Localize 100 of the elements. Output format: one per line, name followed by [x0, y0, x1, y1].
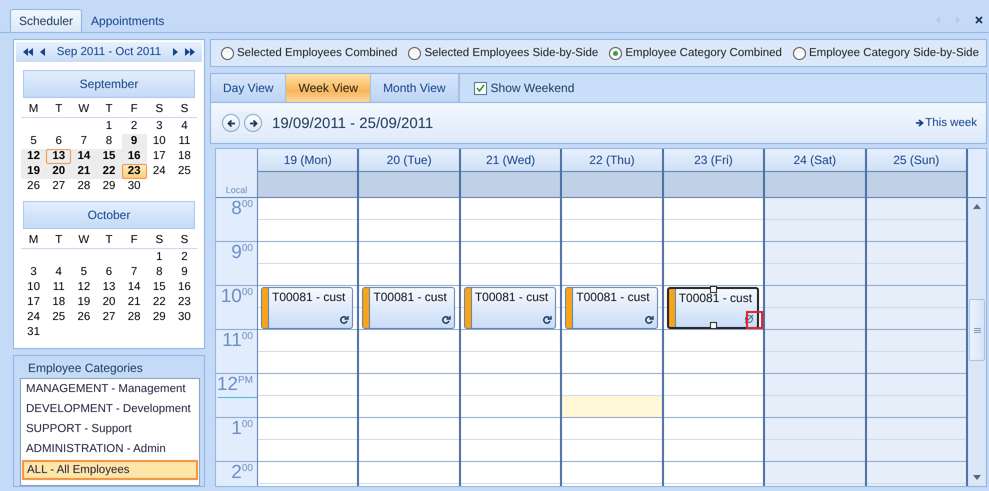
- day-header[interactable]: 19 (Mon): [258, 149, 358, 172]
- day-header[interactable]: 24 (Sat): [765, 149, 865, 172]
- resize-handle[interactable]: [710, 286, 718, 293]
- radio-icon[interactable]: [221, 46, 234, 60]
- calendar-day[interactable]: 24: [146, 164, 172, 179]
- calendar-day[interactable]: 6: [96, 265, 122, 280]
- calendar-day[interactable]: 14: [122, 280, 147, 295]
- calendar-day[interactable]: 5: [71, 265, 96, 280]
- resize-handle[interactable]: [710, 322, 718, 329]
- calendar-day[interactable]: 22: [96, 164, 122, 179]
- calendar-day[interactable]: 1: [146, 250, 172, 265]
- calendar-day[interactable]: 5: [21, 134, 46, 149]
- calendar-day[interactable]: 16: [122, 149, 147, 164]
- left-arrow-icon[interactable]: [40, 48, 45, 56]
- radio-icon[interactable]: [609, 46, 622, 60]
- view-tab[interactable]: Month View: [371, 74, 459, 102]
- day-header[interactable]: 22 (Thu): [562, 149, 662, 172]
- list-item[interactable]: SUPPORT - Support: [22, 420, 198, 438]
- scroll-thumb[interactable]: [969, 299, 985, 361]
- calendar-day[interactable]: 2: [172, 250, 197, 265]
- checkbox-icon[interactable]: [474, 82, 487, 94]
- calendar-day[interactable]: 17: [21, 295, 46, 310]
- tab[interactable]: Scheduler: [10, 9, 82, 32]
- calendar-day[interactable]: 23: [122, 164, 147, 179]
- day-header[interactable]: 20 (Tue): [359, 149, 459, 172]
- scroll-down-icon[interactable]: [973, 475, 981, 480]
- calendar-day[interactable]: 11: [46, 280, 72, 295]
- right-arrow-icon[interactable]: [172, 48, 178, 56]
- calendar-day[interactable]: 6: [46, 134, 72, 149]
- radio-icon[interactable]: [792, 46, 806, 60]
- list-item[interactable]: ALL - All Employees: [22, 460, 198, 480]
- tab[interactable]: Appointments: [82, 9, 174, 32]
- radio-option[interactable]: Employee Category Side-by-Side: [792, 46, 979, 60]
- calendar-day[interactable]: 10: [21, 280, 46, 295]
- calendar-day[interactable]: 18: [172, 149, 197, 164]
- calendar-day[interactable]: 4: [46, 265, 72, 280]
- list-item[interactable]: ADMINISTRATION - Admin: [22, 440, 198, 458]
- double-right-arrow-icon[interactable]: [184, 48, 196, 56]
- calendar-day[interactable]: 7: [71, 134, 96, 149]
- list-item[interactable]: DEVELOPMENT - Development: [22, 400, 198, 418]
- day-header[interactable]: 21 (Wed): [460, 149, 560, 172]
- calendar-day[interactable]: 7: [122, 265, 147, 280]
- calendar-day[interactable]: 20: [96, 295, 122, 310]
- calendar-day[interactable]: 27: [96, 310, 122, 325]
- calendar-day[interactable]: 21: [122, 295, 147, 310]
- all-day-cell[interactable]: [765, 172, 865, 197]
- calendar-day[interactable]: 21: [71, 164, 96, 179]
- list-item[interactable]: MANAGEMENT - Management: [22, 380, 198, 398]
- show-weekend-checkbox[interactable]: Show Weekend: [458, 74, 574, 102]
- calendar-day[interactable]: 17: [146, 149, 172, 164]
- calendar-day[interactable]: 28: [71, 179, 96, 194]
- calendar-day[interactable]: 29: [146, 310, 172, 325]
- this-week-link[interactable]: This week: [916, 117, 977, 129]
- calendar-day[interactable]: 14: [71, 149, 96, 164]
- close-icon[interactable]: [975, 16, 983, 24]
- calendar-day[interactable]: 25: [172, 164, 197, 179]
- calendar-day[interactable]: 8: [96, 134, 122, 149]
- calendar-day[interactable]: 18: [46, 295, 72, 310]
- calendar-day[interactable]: 3: [21, 265, 46, 280]
- calendar-day[interactable]: 30: [172, 310, 197, 325]
- calendar-day[interactable]: 2: [122, 119, 147, 134]
- radio-option[interactable]: Selected Employees Side-by-Side: [408, 46, 598, 60]
- calendar-day[interactable]: 30: [122, 179, 147, 194]
- calendar-day[interactable]: 15: [146, 280, 172, 295]
- calendar-day[interactable]: 1: [96, 119, 122, 134]
- calendar-day[interactable]: 25: [46, 310, 72, 325]
- calendar-day[interactable]: 3: [146, 119, 172, 134]
- all-day-cell[interactable]: [258, 172, 358, 197]
- calendar-day[interactable]: 10: [146, 134, 172, 149]
- view-tab[interactable]: Day View: [211, 74, 286, 102]
- radio-option[interactable]: Selected Employees Combined: [221, 46, 398, 60]
- calendar-day[interactable]: 9: [122, 134, 147, 149]
- vertical-scrollbar[interactable]: [968, 198, 986, 486]
- calendar-day[interactable]: 27: [46, 179, 72, 194]
- calendar-day[interactable]: 31: [21, 325, 46, 340]
- all-day-cell[interactable]: [359, 172, 459, 197]
- calendar-day[interactable]: 29: [96, 179, 122, 194]
- all-day-cell[interactable]: [460, 172, 560, 197]
- next-button[interactable]: [244, 114, 262, 132]
- radio-icon[interactable]: [408, 46, 422, 60]
- calendar-day[interactable]: 26: [21, 179, 46, 194]
- calendar-day[interactable]: 24: [21, 310, 46, 325]
- calendar-day[interactable]: 12: [21, 149, 46, 164]
- view-tab[interactable]: Week View: [286, 74, 372, 102]
- calendar-day[interactable]: 20: [46, 164, 72, 179]
- all-day-cell[interactable]: [866, 172, 966, 197]
- calendar-day[interactable]: 4: [172, 119, 197, 134]
- calendar-day[interactable]: 12: [71, 280, 96, 295]
- calendar-day[interactable]: 19: [21, 164, 46, 179]
- previous-button[interactable]: [222, 114, 240, 132]
- calendar-day[interactable]: 15: [96, 149, 122, 164]
- calendar-day[interactable]: 22: [146, 295, 172, 310]
- double-left-arrow-icon[interactable]: [22, 48, 34, 56]
- calendar-day[interactable]: 26: [71, 310, 96, 325]
- calendar-day[interactable]: 13: [96, 280, 122, 295]
- radio-option[interactable]: Employee Category Combined: [609, 46, 782, 60]
- calendar-day[interactable]: 16: [172, 280, 197, 295]
- calendar-day[interactable]: 9: [172, 265, 197, 280]
- all-day-cell[interactable]: [562, 172, 662, 197]
- calendar-day[interactable]: 23: [172, 295, 197, 310]
